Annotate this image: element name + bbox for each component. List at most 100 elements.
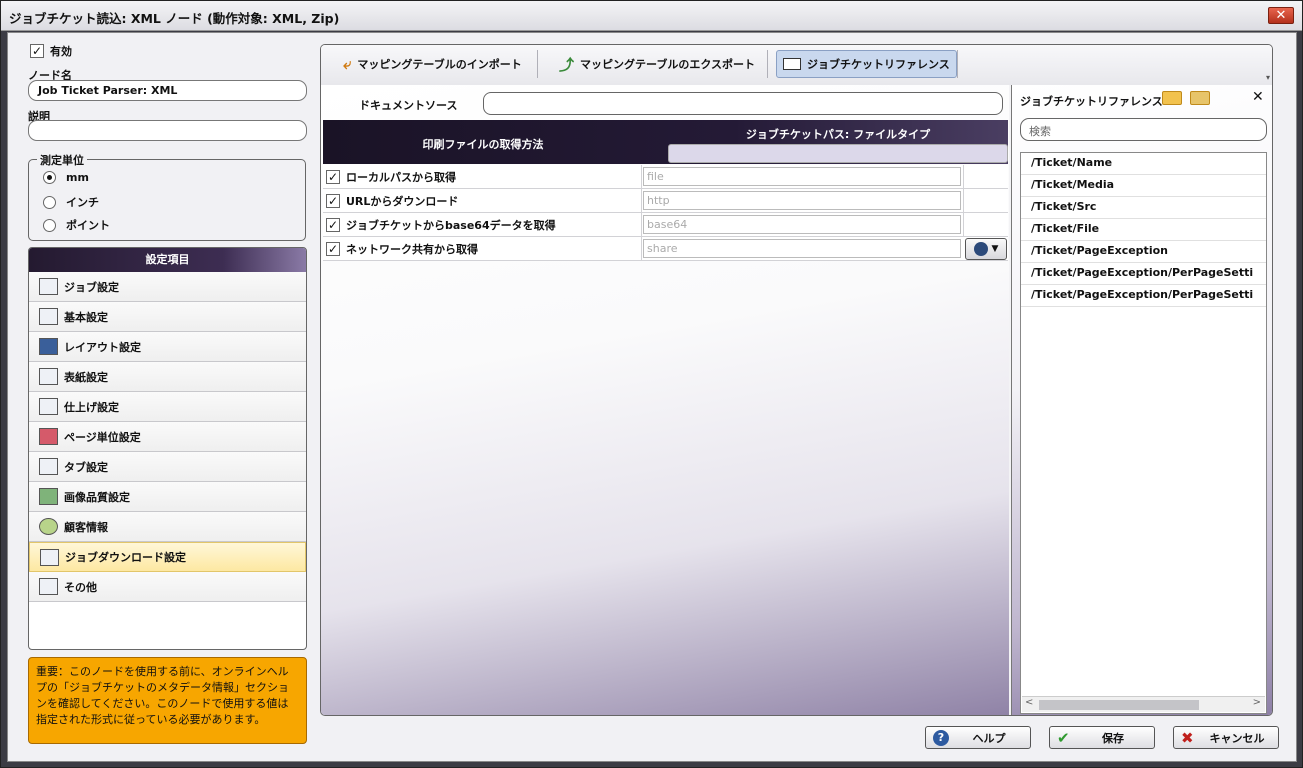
path-value-field[interactable]: base64 (643, 215, 961, 234)
node-name-field[interactable]: Job Ticket Parser: XML (28, 80, 307, 101)
list-item[interactable]: /Ticket/PageException (1021, 241, 1266, 263)
settings-item-label: 表紙設定 (64, 370, 108, 384)
table-row: ✓ URLからダウンロード http (323, 189, 1008, 213)
open-folder-icon[interactable] (1162, 91, 1182, 105)
column-filter[interactable] (668, 144, 1008, 163)
dropdown-arrow-icon: ▼ (991, 244, 999, 254)
enabled-label: 有効 (50, 45, 72, 58)
scroll-right-icon[interactable]: > (1253, 697, 1261, 708)
help-label: ヘルプ (972, 731, 1006, 745)
dialog-body: ✓ 有効 ノード名 Job Ticket Parser: XML 説明 測定単位… (7, 32, 1297, 762)
row-checkbox[interactable]: ✓ ジョブチケットからbase64データを取得 (326, 217, 556, 233)
tab-icon (39, 458, 58, 475)
settings-list: 設定項目 ジョブ設定 基本設定 レイアウト設定 表紙設定 仕上げ設定 ページ単位… (28, 247, 307, 650)
doc-source-label: ドキュメントソース (359, 99, 458, 112)
scroll-left-icon[interactable]: < (1025, 697, 1033, 708)
close-panel-icon[interactable]: ✕ (1252, 89, 1264, 105)
settings-item-layout[interactable]: レイアウト設定 (29, 332, 306, 362)
settings-item-label: 仕上げ設定 (64, 400, 119, 414)
important-notice: 重要：このノードを使用する前に、オンラインヘルプの「ジョブチケットのメタデータ情… (28, 657, 307, 744)
enabled-checkbox[interactable]: ✓ 有効 (30, 43, 72, 59)
path-value-field[interactable]: http (643, 191, 961, 210)
reference-panel-title: ジョブチケットリファレンス (1020, 95, 1163, 108)
list-item[interactable]: /Ticket/PageException/PerPageSetti (1021, 263, 1266, 285)
overflow-icon[interactable]: ▾ (1266, 73, 1270, 82)
reference-label: ジョブチケットリファレンス (807, 58, 950, 71)
row-label: URLからダウンロード (346, 195, 459, 208)
import-mapping-button[interactable]: ⤶ マッピングテーブルのインポート (337, 50, 528, 78)
check-icon: ✓ (326, 194, 340, 208)
cancel-button[interactable]: ✖ キャンセル (1173, 726, 1279, 749)
horizontal-scrollbar[interactable]: < > (1022, 696, 1265, 712)
row-checkbox[interactable]: ✓ ローカルパスから取得 (326, 169, 456, 185)
customer-icon (39, 518, 58, 535)
settings-item-label: レイアウト設定 (64, 340, 141, 354)
row-label: ネットワーク共有から取得 (346, 243, 478, 256)
job-ticket-reference-button[interactable]: ジョブチケットリファレンス (776, 50, 957, 78)
settings-item-job[interactable]: ジョブ設定 (29, 272, 306, 302)
panel-icon (783, 58, 801, 70)
settings-item-cover[interactable]: 表紙設定 (29, 362, 306, 392)
table-row: ✓ ネットワーク共有から取得 share ▼ (323, 237, 1008, 261)
divider (641, 237, 642, 261)
save-button[interactable]: ✔ 保存 (1049, 726, 1155, 749)
radio-label: mm (66, 171, 89, 184)
settings-item-finishing[interactable]: 仕上げ設定 (29, 392, 306, 422)
path-value-field[interactable]: file (643, 167, 961, 186)
divider (641, 213, 642, 237)
settings-item-page-exception[interactable]: ページ単位設定 (29, 422, 306, 452)
document-icon (39, 278, 58, 295)
row-label: ローカルパスから取得 (346, 171, 456, 184)
scroll-thumb[interactable] (1039, 700, 1199, 710)
radio-selected-icon (43, 171, 56, 184)
settings-item-label: その他 (64, 580, 97, 594)
table-header: 印刷ファイルの取得方法 ジョブチケットパス: ファイルタイプ (323, 120, 1008, 164)
settings-item-tab[interactable]: タブ設定 (29, 452, 306, 482)
path-value-field[interactable]: share (643, 239, 961, 258)
settings-item-customer[interactable]: 顧客情報 (29, 512, 306, 542)
settings-item-job-download[interactable]: ジョブダウンロード設定 (29, 542, 306, 572)
doc-source-field[interactable] (483, 92, 1003, 115)
left-panel: ✓ 有効 ノード名 Job Ticket Parser: XML 説明 測定単位… (8, 33, 318, 763)
check-icon: ✓ (30, 44, 44, 58)
import-label: マッピングテーブルのインポート (357, 58, 522, 71)
column-method: 印刷ファイルの取得方法 (422, 138, 544, 151)
list-item[interactable]: /Ticket/PageException/PerPageSetti (1021, 285, 1266, 307)
settings-item-label: 顧客情報 (64, 520, 108, 534)
list-item[interactable]: /Ticket/Media (1021, 175, 1266, 197)
column-path: ジョブチケットパス: ファイルタイプ (745, 128, 931, 141)
divider (963, 165, 964, 189)
radio-point[interactable]: ポイント (43, 217, 110, 233)
settings-item-label: ページ単位設定 (64, 430, 141, 444)
close-button[interactable]: ✕ (1268, 7, 1294, 24)
radio-icon (43, 218, 56, 232)
check-icon: ✓ (326, 242, 340, 256)
row-checkbox[interactable]: ✓ ネットワーク共有から取得 (326, 241, 478, 257)
settings-item-label: タブ設定 (64, 460, 108, 474)
radio-mm[interactable]: mm (43, 171, 89, 184)
toolbar-separator (957, 50, 958, 78)
reference-panel-actions (1162, 91, 1210, 105)
settings-item-image-quality[interactable]: 画像品質設定 (29, 482, 306, 512)
list-item[interactable]: /Ticket/Name (1021, 153, 1266, 175)
search-input[interactable]: 検索 (1020, 118, 1267, 141)
finishing-icon (39, 398, 58, 415)
help-button[interactable]: ? ヘルプ (925, 726, 1031, 749)
network-user-icon (973, 242, 988, 256)
settings-item-other[interactable]: その他 (29, 572, 306, 602)
settings-item-basic[interactable]: 基本設定 (29, 302, 306, 332)
image-icon (39, 488, 58, 505)
settings-item-label: 基本設定 (64, 310, 108, 324)
list-item[interactable]: /Ticket/File (1021, 219, 1266, 241)
network-share-button[interactable]: ▼ (965, 238, 1007, 260)
row-checkbox[interactable]: ✓ URLからダウンロード (326, 193, 458, 209)
list-item[interactable]: /Ticket/Src (1021, 197, 1266, 219)
other-icon (39, 578, 58, 595)
folder-delete-icon[interactable] (1190, 91, 1210, 105)
description-field[interactable] (28, 120, 307, 141)
radio-inch[interactable]: インチ (43, 194, 99, 210)
save-label: 保存 (1102, 731, 1124, 745)
divider (641, 189, 642, 213)
export-mapping-button[interactable]: ⤴ マッピングテーブルのエクスポート (553, 50, 761, 78)
check-icon: ✓ (326, 170, 340, 184)
